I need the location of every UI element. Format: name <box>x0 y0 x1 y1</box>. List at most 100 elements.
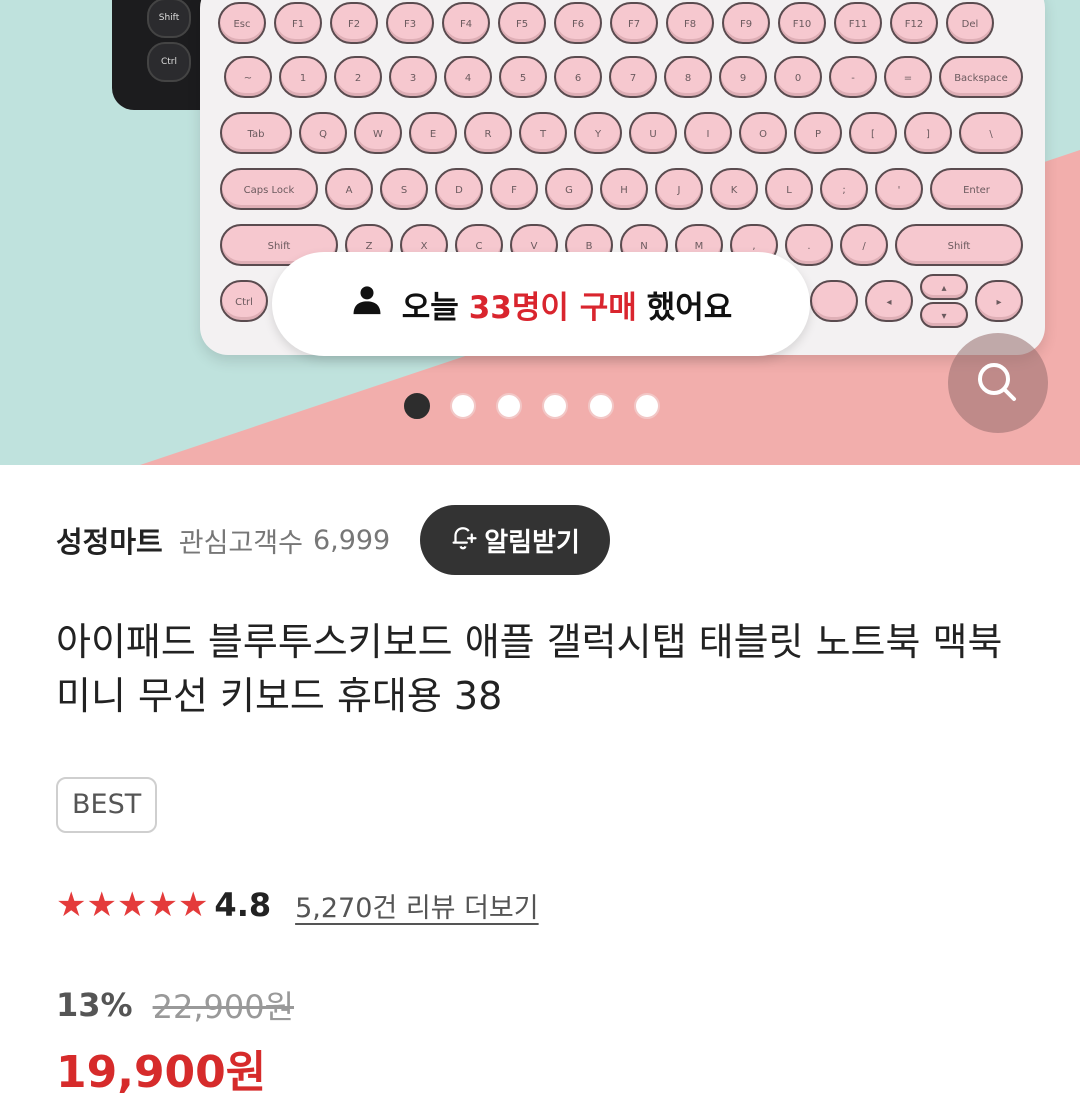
keyboard-key: Enter <box>930 168 1023 210</box>
carousel-dot-3[interactable] <box>496 393 522 419</box>
keyboard-key: F8 <box>666 2 714 44</box>
keyboard-key: / <box>840 224 888 266</box>
star-icon: ★ <box>86 885 117 925</box>
keyboard-key: 8 <box>664 56 712 98</box>
keyboard-key: F <box>490 168 538 210</box>
keyboard-key: K <box>710 168 758 210</box>
product-image-carousel[interactable]: Shift Ctrl Esc F1 F2 F3 F4 F5 F6 F7 F8 F… <box>0 0 1080 465</box>
carousel-dot-2[interactable] <box>450 393 476 419</box>
star-icon: ★ <box>56 885 87 925</box>
keyboard-key: \ <box>959 112 1023 154</box>
keyboard-key: R <box>464 112 512 154</box>
keyboard-key: E <box>409 112 457 154</box>
alert-button-label: 알림받기 <box>484 527 580 558</box>
seller-name[interactable]: 성정마트 <box>56 519 163 561</box>
keyboard-key: T <box>519 112 567 154</box>
magnifier-icon <box>978 363 1016 401</box>
keyboard-key: L <box>765 168 813 210</box>
star-icon: ★ <box>177 885 209 925</box>
keyboard-key: P <box>794 112 842 154</box>
carousel-dot-5[interactable] <box>588 393 614 419</box>
keyboard-key: - <box>829 56 877 98</box>
keyboard-key: 5 <box>499 56 547 98</box>
keyboard-key: F1 <box>274 2 322 44</box>
keyboard-key: Esc <box>218 2 266 44</box>
notice-highlight: 33명이 구매 <box>468 289 637 326</box>
keyboard-key: . <box>785 224 833 266</box>
keyboard-key: F3 <box>386 2 434 44</box>
keyboard-key: ◂ <box>865 280 913 322</box>
keyboard-key: A <box>325 168 373 210</box>
notification-subscribe-button[interactable]: 알림받기 <box>420 505 610 575</box>
keyboard-key: Ctrl <box>147 42 191 82</box>
price-row: 13% 22,900원 <box>56 975 294 1035</box>
rating-value: 4.8 <box>214 886 272 924</box>
discount-rate: 13% <box>56 986 133 1024</box>
keyboard-key: ] <box>904 112 952 154</box>
keyboard-key: Tab <box>220 112 292 154</box>
notice-prefix: 오늘 <box>401 289 459 326</box>
star-icon: ★ <box>116 885 148 925</box>
followers-count: 6,999 <box>312 524 391 556</box>
keyboard-key: 2 <box>334 56 382 98</box>
keyboard-key: Y <box>574 112 622 154</box>
keyboard-key: F12 <box>890 2 938 44</box>
keyboard-key: Ctrl <box>220 280 268 322</box>
keyboard-key: 3 <box>389 56 437 98</box>
keyboard-key: F10 <box>778 2 826 44</box>
seller-row: 성정마트 관심고객수 6,999 알림받기 <box>56 505 610 575</box>
keyboard-key: ~ <box>224 56 272 98</box>
keyboard-key: Shift <box>895 224 1023 266</box>
keyboard-key: W <box>354 112 402 154</box>
keyboard-key <box>810 280 858 322</box>
keyboard-key: F2 <box>330 2 378 44</box>
keyboard-key: U <box>629 112 677 154</box>
carousel-indicator <box>404 393 660 419</box>
keyboard-key: ▾ <box>920 302 968 328</box>
keyboard-key: ' <box>875 168 923 210</box>
keyboard-key: O <box>739 112 787 154</box>
keyboard-key: Backspace <box>939 56 1023 98</box>
keyboard-key: 1 <box>279 56 327 98</box>
best-badge: BEST <box>56 777 158 833</box>
bell-plus-icon <box>448 522 478 559</box>
keyboard-key: F11 <box>834 2 882 44</box>
keyboard-key: = <box>884 56 932 98</box>
keyboard-key: F6 <box>554 2 602 44</box>
keyboard-key: [ <box>849 112 897 154</box>
keyboard-key: D <box>435 168 483 210</box>
purchase-count-notice: 오늘 33명이 구매 했어요 <box>272 252 810 356</box>
keyboard-key: S <box>380 168 428 210</box>
reviews-link[interactable]: 5,270건 리뷰 더보기 <box>295 886 539 925</box>
notice-suffix: 했어요 <box>646 289 733 326</box>
carousel-dot-4[interactable] <box>542 393 568 419</box>
keyboard-key: ; <box>820 168 868 210</box>
product-title: 아이패드 블루투스키보드 애플 갤럭시탭 태블릿 노트북 맥북 미니 무선 키보… <box>56 620 1003 718</box>
keyboard-key: ▴ <box>920 274 968 300</box>
keyboard-key: J <box>655 168 703 210</box>
rating-row: ★ ★ ★ ★ ★ 4.8 5,270건 리뷰 더보기 <box>56 875 539 935</box>
carousel-dot-6[interactable] <box>634 393 660 419</box>
original-price: 22,900원 <box>152 988 295 1026</box>
person-icon <box>350 283 384 325</box>
keyboard-key: F5 <box>498 2 546 44</box>
keyboard-key: H <box>600 168 648 210</box>
keyboard-key: F4 <box>442 2 490 44</box>
keyboard-key: 0 <box>774 56 822 98</box>
keyboard-key: Q <box>299 112 347 154</box>
zoom-button[interactable] <box>948 333 1048 433</box>
carousel-dot-1[interactable] <box>404 393 430 419</box>
followers-label: 관심고객수 <box>178 527 303 559</box>
keyboard-key: I <box>684 112 732 154</box>
keyboard-key: 6 <box>554 56 602 98</box>
keyboard-key: F9 <box>722 2 770 44</box>
keyboard-key: 4 <box>444 56 492 98</box>
keyboard-key: Caps Lock <box>220 168 318 210</box>
star-icon: ★ <box>147 885 178 925</box>
star-rating: ★ ★ ★ ★ ★ <box>56 888 208 922</box>
keyboard-key: G <box>545 168 593 210</box>
keyboard-key: 9 <box>719 56 767 98</box>
keyboard-key: Shift <box>147 0 191 38</box>
keyboard-key: 7 <box>609 56 657 98</box>
keyboard-key: F7 <box>610 2 658 44</box>
